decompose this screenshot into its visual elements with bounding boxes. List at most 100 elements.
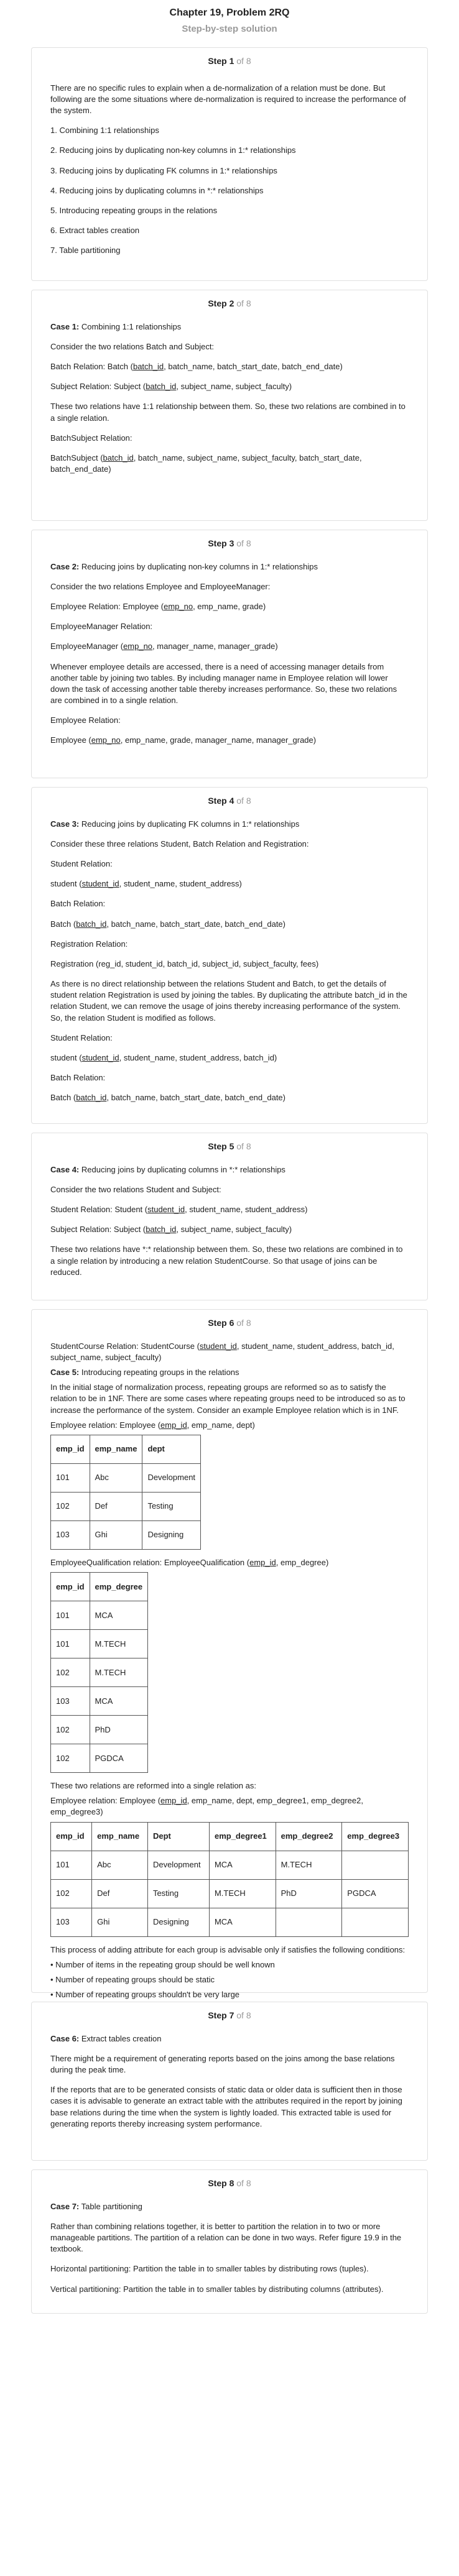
table-row: 102 Def Testing [50,1491,202,1521]
table-row: 103 MCA [50,1686,149,1716]
step-card-3: Step 3 of 8 Case 2: Reducing joins by du… [31,530,428,778]
table-cell: 102 [50,1744,90,1773]
step-paragraph: Registration Relation: [50,939,128,949]
step-card-2: Step 2 of 8 Case 1: Combining 1:1 relati… [31,290,428,521]
step-paragraph: Batch Relation: [50,1073,106,1083]
step-paragraph: There are no specific rules to explain w… [50,83,406,115]
relation-schema: StudentCourse Relation: StudentCourse (s… [50,1341,394,1362]
case-heading: Case 2: Reducing joins by duplicating no… [50,561,318,571]
list-item: 3. Reducing joins by duplicating FK colu… [50,165,277,175]
column-header: emp_degree [89,1572,149,1602]
step-title: Step 7 of 8 [208,2010,251,2020]
table-row: 102 PhD [50,1715,149,1745]
step-number: 1 [229,56,234,66]
combined-employee-table: emp_id emp_name Dept emp_degree1 emp_deg… [50,1821,409,1937]
table-cell: PhD [275,1879,343,1908]
step-number: 5 [229,1141,234,1151]
table-cell: Development [147,1850,210,1880]
list-item: 4. Reducing joins by duplicating columns… [50,185,264,195]
table-cell: Ghi [89,1520,143,1550]
table-cell: Development [142,1463,202,1493]
step-title: Step 3 of 8 [208,538,251,548]
step-paragraph: This process of adding attribute for eac… [50,1944,406,1954]
column-header: emp_name [91,1821,148,1851]
steps-container: Step 1 of 8 There are no specific rules … [31,47,428,2314]
table-cell: PhD [89,1715,149,1745]
relation-schema: Student Relation: Student (student_id, s… [50,1204,308,1214]
step-paragraph: Horizontal partitioning: Partition the t… [50,2264,369,2274]
relation-schema: EmployeeQualification relation: Employee… [50,1557,329,1567]
list-item: 7. Table partitioning [50,246,121,255]
step-title: Step 2 of 8 [208,298,251,308]
relation-schema: Registration (reg_id, student_id, batch_… [50,959,319,968]
table-cell: 101 [50,1629,90,1659]
table-cell: M.TECH [89,1629,149,1659]
column-header: emp_degree3 [341,1821,409,1851]
solution-page: Chapter 19, Problem 2RQ Step-by-step sol… [0,0,459,2322]
table-header-row: emp_id emp_name dept [50,1434,202,1464]
table-cell [341,1907,409,1937]
step-paragraph: These two relations are reformed into a … [50,1781,256,1791]
table-row: 102 Def Testing M.TECH PhD PGDCA [50,1879,409,1908]
step-paragraph: These two relations have 1:1 relationshi… [50,402,406,423]
table-cell: 102 [50,1879,93,1908]
step-paragraph: Consider the two relations Employee and … [50,581,271,591]
relation-schema: student (student_id, student_name, stude… [50,879,242,889]
table-cell: 103 [50,1686,90,1716]
table-cell: 102 [50,1491,90,1521]
relation-schema: Batch Relation: Batch (batch_id, batch_n… [50,361,343,371]
table-cell: M.TECH [89,1658,149,1688]
case-heading: Case 7: Table partitioning [50,2201,142,2211]
step-paragraph: In the initial stage of normalization pr… [50,1382,406,1415]
column-header: Dept [147,1821,210,1851]
table-cell: MCA [208,1850,276,1880]
table-row: 101 Abc Development [50,1463,202,1493]
table-cell: 102 [50,1715,90,1745]
table-cell: M.TECH [208,1879,276,1908]
step-number: 6 [229,1318,234,1328]
step-number: 2 [229,298,234,308]
step-paragraph: Student Relation: [50,1033,113,1042]
table-header-row: emp_id emp_degree [50,1572,149,1602]
list-item: 2. Reducing joins by duplicating non-key… [50,145,296,155]
relation-schema: Employee Relation: Employee (emp_no, emp… [50,601,266,611]
relation-schema: Subject Relation: Subject (batch_id, sub… [50,382,292,392]
column-header: emp_id [50,1434,90,1464]
table-row: 102 PGDCA [50,1744,149,1773]
table-cell: 101 [50,1463,90,1493]
relation-schema: Batch (batch_id, batch_name, batch_start… [50,1093,285,1103]
case-heading: Case 6: Extract tables creation [50,2033,162,2043]
chapter-title: Chapter 19, Problem 2RQ [169,7,290,18]
step-paragraph: Consider the two relations Batch and Sub… [50,341,215,351]
column-header: emp_degree2 [275,1821,343,1851]
step-number: 3 [229,538,234,548]
column-header: emp_degree1 [208,1821,276,1851]
table-cell: MCA [89,1601,149,1631]
step-paragraph: These two relations have *:* relationshi… [50,1244,403,1277]
table-cell: Ghi [91,1907,148,1937]
bullet-item: • Number of repeating groups shouldn't b… [50,1990,240,2000]
step-card-4: Step 4 of 8 Case 3: Reducing joins by du… [31,787,428,1124]
step-paragraph: Student Relation: [50,858,113,868]
list-item: 6. Extract tables creation [50,226,140,236]
step-title: Step 1 of 8 [50,55,409,68]
list-item: 5. Introducing repeating groups in the r… [50,205,218,215]
table-cell [341,1850,409,1880]
step-number: 4 [229,796,234,806]
step-number: 8 [229,2178,234,2188]
relation-schema: EmployeeManager (emp_no, manager_name, m… [50,642,278,651]
table-cell: MCA [89,1686,149,1716]
case-heading: Case 1: Combining 1:1 relationships [50,321,182,331]
table-row: 101 MCA [50,1601,149,1631]
table-cell: Def [89,1491,143,1521]
step-paragraph: Employee Relation: [50,715,121,725]
table-cell: Testing [142,1491,202,1521]
step-paragraph: As there is no direct relationship betwe… [50,979,407,1023]
relation-schema: BatchSubject (batch_id, batch_name, subj… [50,453,362,474]
solution-subtitle: Step-by-step solution [182,24,277,34]
table-cell: Testing [147,1879,210,1908]
employee-qualification-table: emp_id emp_degree 101 MCA 101 M.TECH 102 M.… [50,1572,149,1773]
employee-table: emp_id emp_name dept 101 Abc Development… [50,1434,202,1550]
table-header-row: emp_id emp_name Dept emp_degree1 emp_deg… [50,1821,409,1851]
column-header: emp_id [50,1572,90,1602]
